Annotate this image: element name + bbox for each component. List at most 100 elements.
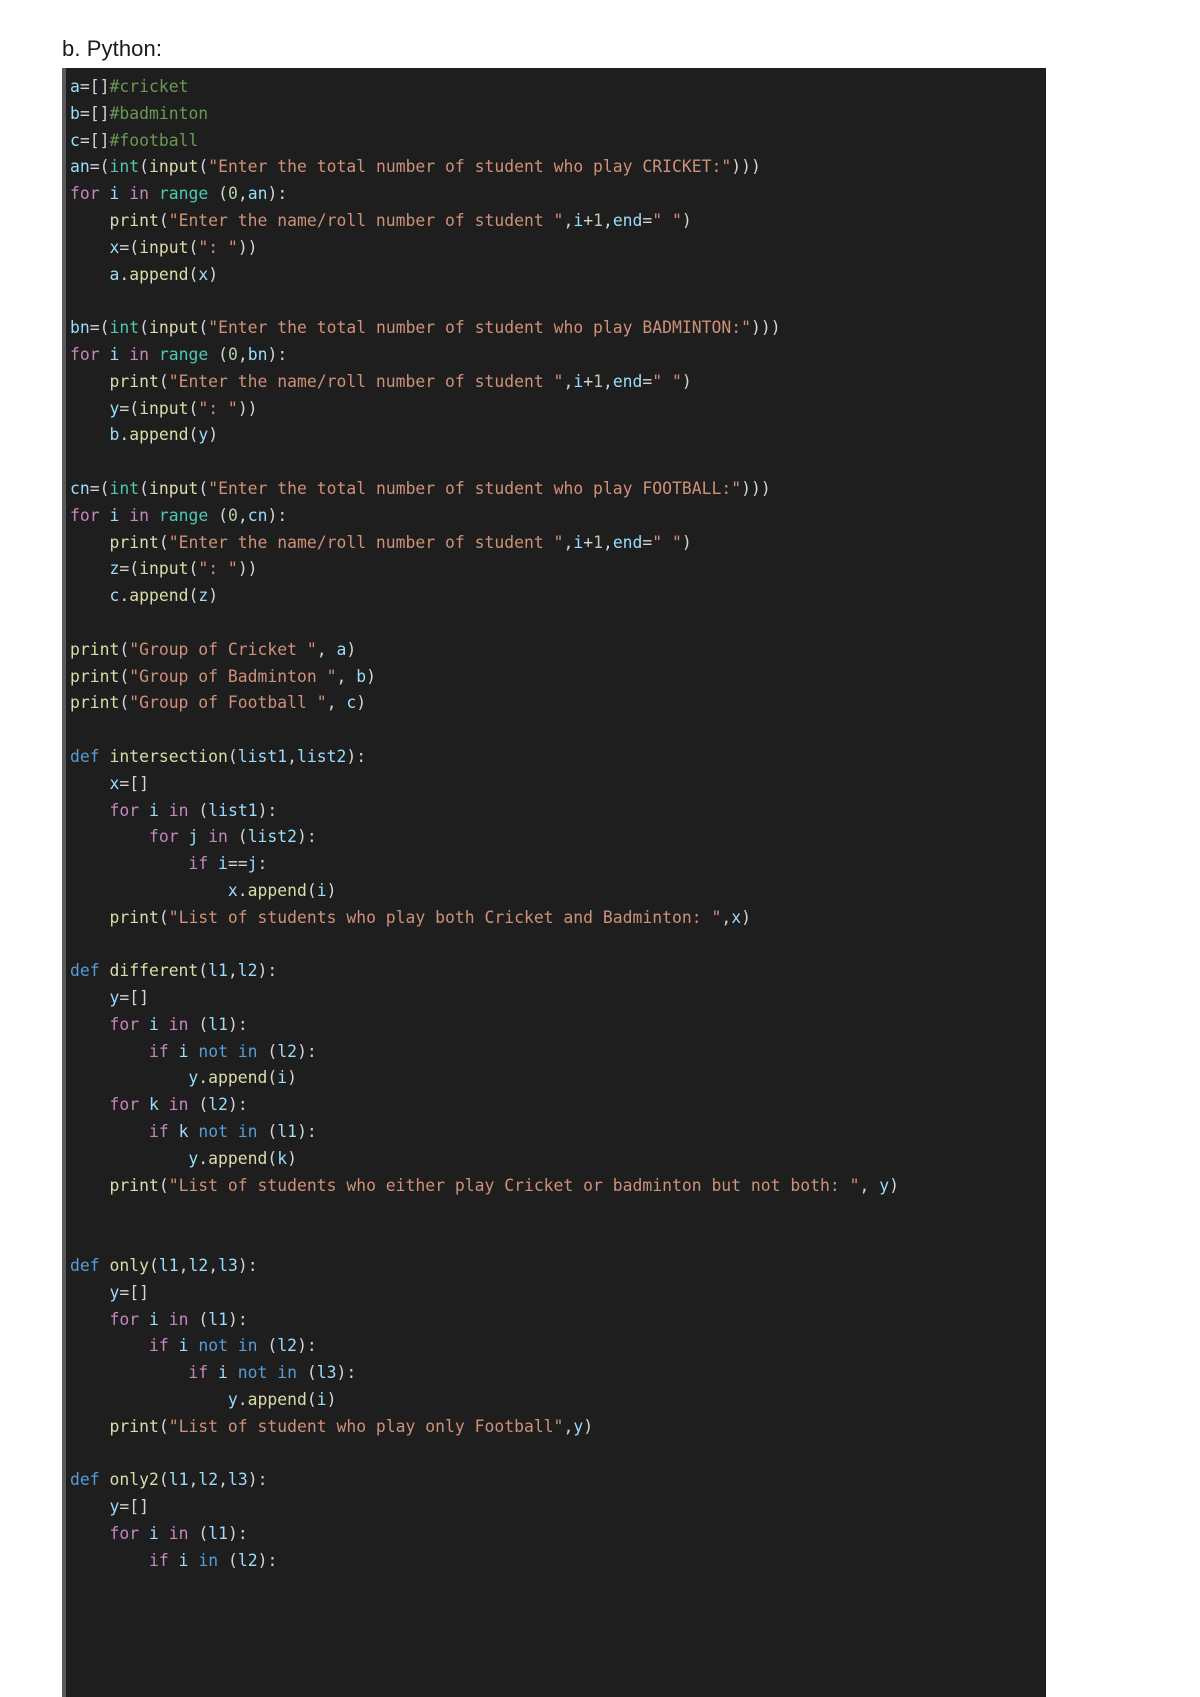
code-token: cn (70, 478, 90, 498)
code-token: for (70, 344, 100, 364)
code-token: ): (227, 1309, 248, 1329)
code-token: append (208, 1148, 268, 1168)
code-token: l3 (227, 1470, 248, 1490)
code-line: b.append(y) (70, 422, 1046, 449)
code-line: def different(l1,l2): (70, 958, 1046, 985)
code-token: , (316, 639, 337, 659)
code-token: ) (346, 639, 357, 659)
code-token: input (139, 237, 189, 257)
code-line: for i in range (0,an): (70, 181, 1046, 208)
code-token: ( (158, 907, 169, 927)
code-token: print (109, 210, 159, 230)
code-token: l3 (316, 1363, 337, 1383)
code-token: ) (583, 1416, 594, 1436)
code-token: in (198, 1550, 219, 1570)
code-token: ( (306, 880, 317, 900)
code-token: "Group of Badminton " (129, 666, 337, 686)
code-token: ( (306, 1390, 317, 1410)
code-token: ( (188, 237, 199, 257)
code-token: ( (208, 184, 228, 204)
code-token: "Enter the name/roll number of student " (168, 371, 564, 391)
code-token: an (70, 157, 90, 177)
code-token: ( (188, 1524, 209, 1544)
code-token: , (208, 1256, 219, 1276)
code-line: for k in (l2): (70, 1092, 1046, 1119)
code-token: append (208, 1068, 268, 1088)
code-token: def (70, 1256, 100, 1276)
code-token: ): (267, 505, 288, 525)
code-token: ( (257, 1336, 278, 1356)
code-token: append (247, 1390, 307, 1410)
code-token: i (218, 1363, 228, 1383)
code-line: def intersection(list1,list2): (70, 744, 1046, 771)
code-line: y=(input(": ")) (70, 396, 1046, 423)
code-token: . (119, 425, 130, 445)
code-token: i (109, 184, 120, 204)
code-token: print (70, 639, 120, 659)
code-token: bn (247, 344, 268, 364)
code-token: =[] (119, 1282, 149, 1302)
code-token: cn (247, 505, 268, 525)
code-token: y (188, 1068, 199, 1088)
code-token: def (70, 746, 100, 766)
code-token: only2 (109, 1470, 159, 1490)
code-line: x=(input(": ")) (70, 235, 1046, 262)
code-token: ): (227, 1095, 248, 1115)
code-token: ( (119, 693, 130, 713)
code-token: ( (198, 478, 209, 498)
code-token: =( (89, 157, 110, 177)
code-token: append (129, 586, 189, 606)
code-token: ): (237, 1256, 258, 1276)
code-token: ): (297, 827, 317, 847)
code-token: =( (89, 478, 110, 498)
code-token: y (188, 1148, 199, 1168)
code-token: for (109, 1095, 140, 1115)
code-token: : (257, 854, 268, 874)
code-token: y (109, 398, 120, 418)
code-token: intersection (109, 746, 228, 766)
code-token: ( (188, 1095, 209, 1115)
code-token: not (198, 1336, 228, 1356)
code-token: k (178, 1122, 189, 1142)
code-token: list2 (247, 827, 298, 847)
code-line: for j in (list2): (70, 824, 1046, 851)
code-token: input (139, 398, 189, 418)
code-token: append (247, 880, 307, 900)
code-token: l2 (237, 961, 258, 981)
code-token: =[] (119, 1497, 149, 1517)
python-code-block[interactable]: a=[]#cricket b=[]#badminton c=[]#football a… (62, 68, 1046, 1697)
code-line: print("List of students who either play … (70, 1173, 1046, 1200)
code-token: input (148, 318, 199, 338)
code-token: x (731, 907, 742, 927)
code-line: y=[] (70, 985, 1046, 1012)
code-token: l2 (277, 1041, 298, 1061)
code-token: ( (198, 318, 209, 338)
code-token: ) (741, 907, 751, 927)
code-line: a=[]#cricket (70, 74, 1046, 101)
code-token: , (237, 184, 248, 204)
code-line: c.append(z) (70, 583, 1046, 610)
code-token: b (356, 666, 367, 686)
code-token: ( (218, 1550, 238, 1570)
code-line: def only(l1,l2,l3): (70, 1253, 1046, 1280)
code-token: "Enter the name/roll number of student " (168, 210, 564, 230)
